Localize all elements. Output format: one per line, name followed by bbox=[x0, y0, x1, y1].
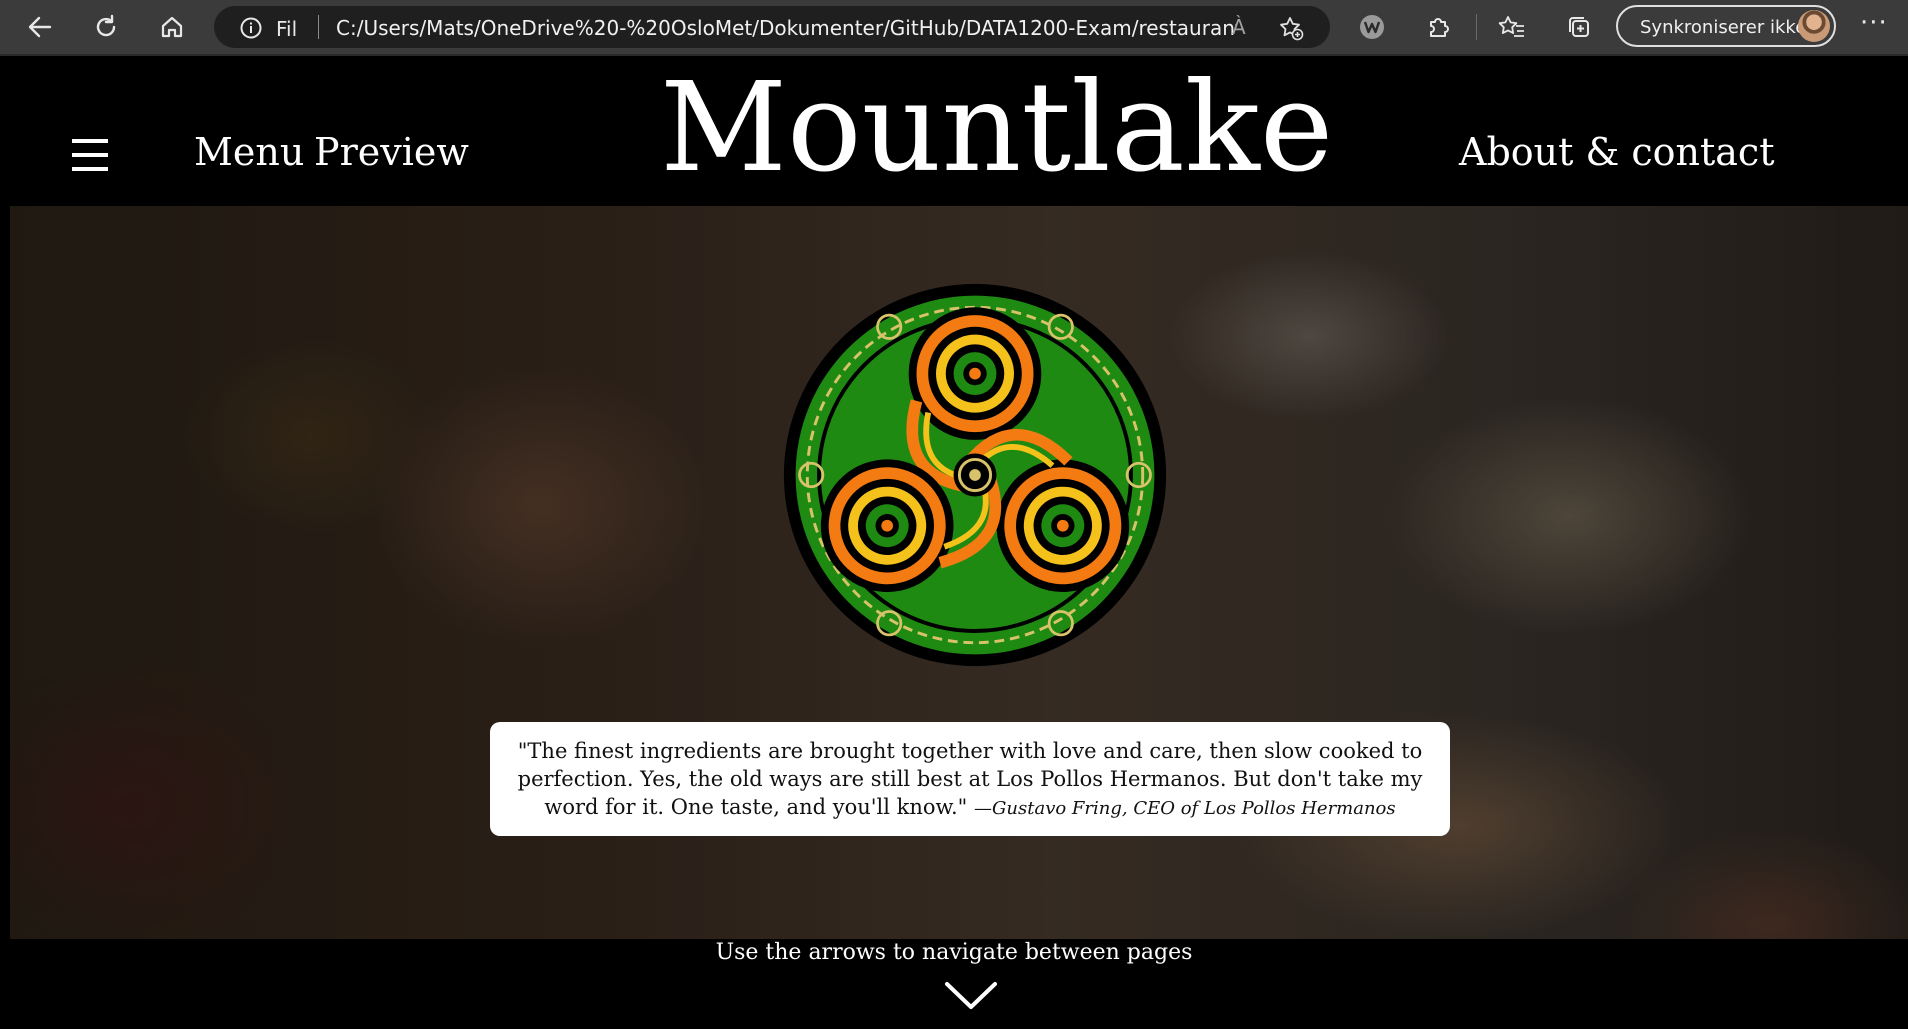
read-aloud-icon[interactable]: À bbox=[1232, 15, 1246, 39]
celtic-triskele-logo bbox=[783, 283, 1167, 667]
address-separator bbox=[318, 15, 319, 39]
info-icon[interactable] bbox=[240, 17, 262, 39]
collections-button[interactable] bbox=[1558, 7, 1598, 47]
collections-icon bbox=[1569, 17, 1589, 37]
home-button[interactable] bbox=[152, 7, 192, 47]
testimonial-quote-box: "The finest ingredients are brought toge… bbox=[490, 722, 1450, 836]
site-info-label[interactable]: Fil bbox=[276, 17, 297, 41]
nav-menu-link[interactable]: Menu bbox=[194, 130, 304, 174]
favorites-icon bbox=[1498, 16, 1524, 37]
back-button[interactable] bbox=[20, 7, 60, 47]
browser-toolbar: Fil C:/Users/Mats/OneDrive%20-%20OsloMet… bbox=[0, 0, 1908, 56]
avatar bbox=[1798, 10, 1830, 42]
sync-label: Synkroniserer ikke bbox=[1640, 17, 1807, 38]
home-icon bbox=[161, 16, 183, 38]
more-icon[interactable]: ··· bbox=[1860, 8, 1888, 38]
quote-attribution: —Gustavo Fring, CEO of Los Pollos Herman… bbox=[974, 798, 1396, 819]
sync-profile-button[interactable]: Synkroniserer ikke bbox=[1616, 5, 1836, 47]
nav-about-contact-link[interactable]: About & contact bbox=[1459, 130, 1775, 174]
chevron-down-icon[interactable] bbox=[944, 980, 998, 1012]
hero-section: "The finest ingredients are brought toge… bbox=[10, 206, 1908, 939]
url-text[interactable]: C:/Users/Mats/OneDrive%20-%20OsloMet/Dok… bbox=[336, 16, 1236, 40]
extension-w-icon bbox=[1360, 15, 1384, 39]
extension-w-button[interactable] bbox=[1352, 7, 1392, 47]
nav-preview-link[interactable]: Preview bbox=[314, 130, 469, 174]
toolbar-separator bbox=[1476, 14, 1477, 40]
refresh-icon bbox=[96, 14, 116, 37]
favorites-button[interactable] bbox=[1492, 7, 1532, 47]
favorite-add-icon[interactable] bbox=[1278, 15, 1304, 41]
puzzle-icon bbox=[1430, 18, 1449, 37]
extensions-button[interactable] bbox=[1418, 7, 1458, 47]
navigation-hint: Use the arrows to navigate between pages bbox=[715, 940, 1193, 965]
hamburger-icon[interactable] bbox=[72, 137, 108, 173]
back-icon bbox=[28, 16, 52, 38]
refresh-button[interactable] bbox=[86, 7, 126, 47]
brand-title: Mountlake bbox=[660, 56, 1334, 200]
site-header: Menu Preview Mountlake About & contact bbox=[0, 56, 1908, 206]
address-bar[interactable]: Fil C:/Users/Mats/OneDrive%20-%20OsloMet… bbox=[214, 6, 1330, 48]
